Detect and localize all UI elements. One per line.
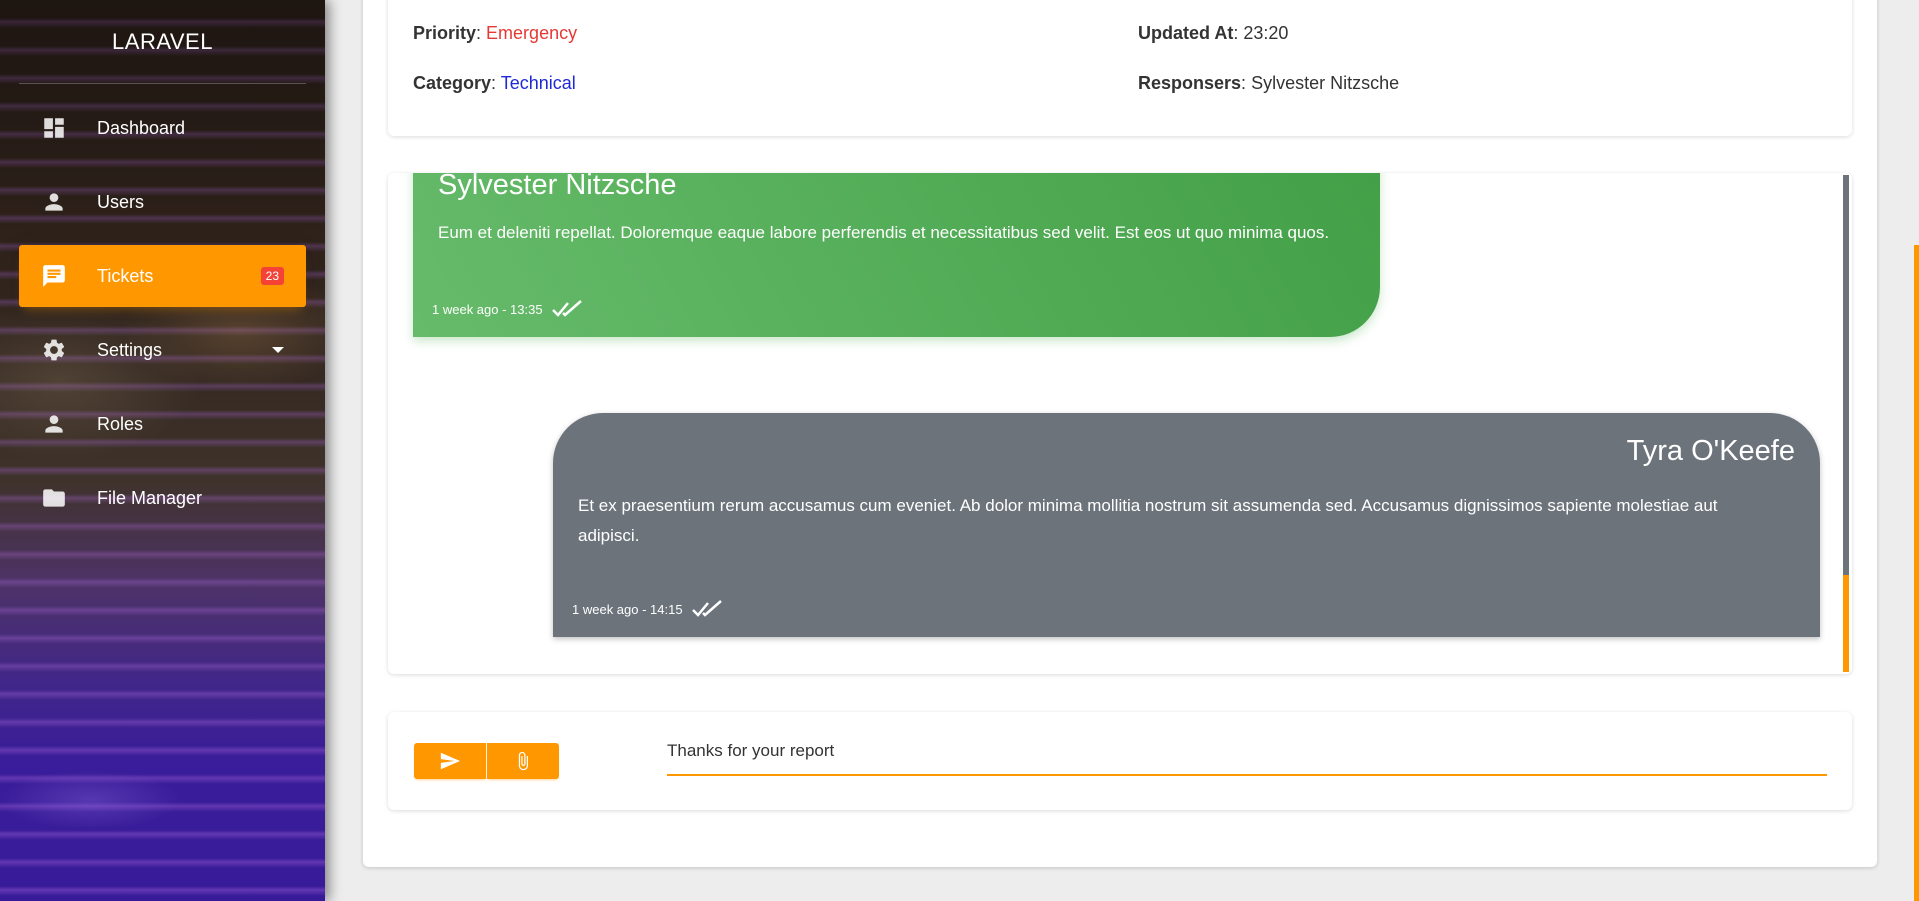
double-check-icon	[551, 299, 585, 319]
message-composer	[388, 712, 1852, 810]
updated-at-label: Updated At	[1138, 23, 1234, 43]
sidebar: LARAVEL Dashboard Users Tickets 23 Setti	[0, 0, 325, 901]
message-meta: 1 week ago - 13:35	[432, 299, 585, 319]
message-meta: 1 week ago - 14:15	[572, 599, 725, 619]
tickets-count-badge: 23	[260, 267, 284, 285]
sidebar-item-label: Tickets	[97, 265, 154, 286]
updated-at-value: 23:20	[1243, 23, 1289, 43]
gear-icon	[41, 337, 67, 363]
send-button[interactable]	[414, 743, 486, 779]
sidebar-item-roles[interactable]: Roles	[19, 393, 306, 455]
message-bubble-outgoing: Tyra O'Keefe Et ex praesentium rerum acc…	[553, 413, 1820, 637]
sidebar-nav: Dashboard Users Tickets 23 Settings Role…	[0, 97, 325, 529]
paperclip-icon	[518, 751, 528, 771]
message-author: Tyra O'Keefe	[1626, 435, 1795, 467]
message-timestamp: 1 week ago - 13:35	[432, 301, 543, 317]
sidebar-item-users[interactable]: Users	[19, 171, 306, 233]
chat-icon	[41, 263, 67, 289]
category-field: Category: Technical	[413, 73, 576, 93]
category-label: Category	[413, 73, 492, 93]
priority-field: Priority: Emergency	[413, 23, 578, 43]
chat-scrollbar-thumb[interactable]	[1843, 575, 1849, 672]
sidebar-item-file-manager[interactable]: File Manager	[19, 467, 306, 529]
page-scrollbar-thumb[interactable]	[1914, 245, 1919, 901]
chat-thread[interactable]: Sylvester Nitzsche Eum et deleniti repel…	[388, 173, 1852, 674]
attach-button[interactable]	[487, 743, 559, 779]
send-icon	[440, 752, 461, 770]
sidebar-item-label: File Manager	[97, 487, 203, 508]
message-author: Sylvester Nitzsche	[438, 173, 677, 201]
message-body: Et ex praesentium rerum accusamus cum ev…	[578, 496, 1718, 545]
chevron-down-icon	[272, 347, 284, 353]
responsers-value: Sylvester Nitzsche	[1251, 73, 1400, 93]
ticket-info-card: Priority: Emergency Category: Technical …	[388, 0, 1852, 136]
message-input[interactable]	[667, 734, 1827, 776]
sidebar-item-label: Users	[97, 191, 145, 212]
sidebar-item-label: Roles	[97, 413, 144, 434]
sidebar-item-tickets[interactable]: Tickets 23	[19, 245, 306, 307]
responsers-field: Responsers: Sylvester Nitzsche	[1138, 73, 1400, 93]
person-icon	[41, 411, 67, 437]
sidebar-item-label: Settings	[97, 339, 163, 360]
message-body: Eum et deleniti repellat. Doloremque eaq…	[438, 223, 1330, 242]
double-check-icon	[691, 599, 725, 619]
sidebar-item-settings[interactable]: Settings	[19, 319, 306, 381]
sidebar-item-dashboard[interactable]: Dashboard	[19, 97, 306, 159]
priority-label: Priority	[413, 23, 477, 43]
category-value: Technical	[500, 73, 576, 93]
message-timestamp: 1 week ago - 14:15	[572, 601, 683, 617]
brand-logo[interactable]: LARAVEL	[19, 0, 306, 84]
dashboard-icon	[41, 115, 67, 141]
updated-at-field: Updated At: 23:20	[1138, 23, 1289, 43]
responsers-label: Responsers	[1138, 73, 1242, 93]
message-bubble-incoming: Sylvester Nitzsche Eum et deleniti repel…	[413, 173, 1380, 337]
folder-icon	[41, 485, 67, 511]
priority-value: Emergency	[486, 23, 578, 43]
sidebar-item-label: Dashboard	[97, 117, 186, 138]
person-icon	[41, 189, 67, 215]
